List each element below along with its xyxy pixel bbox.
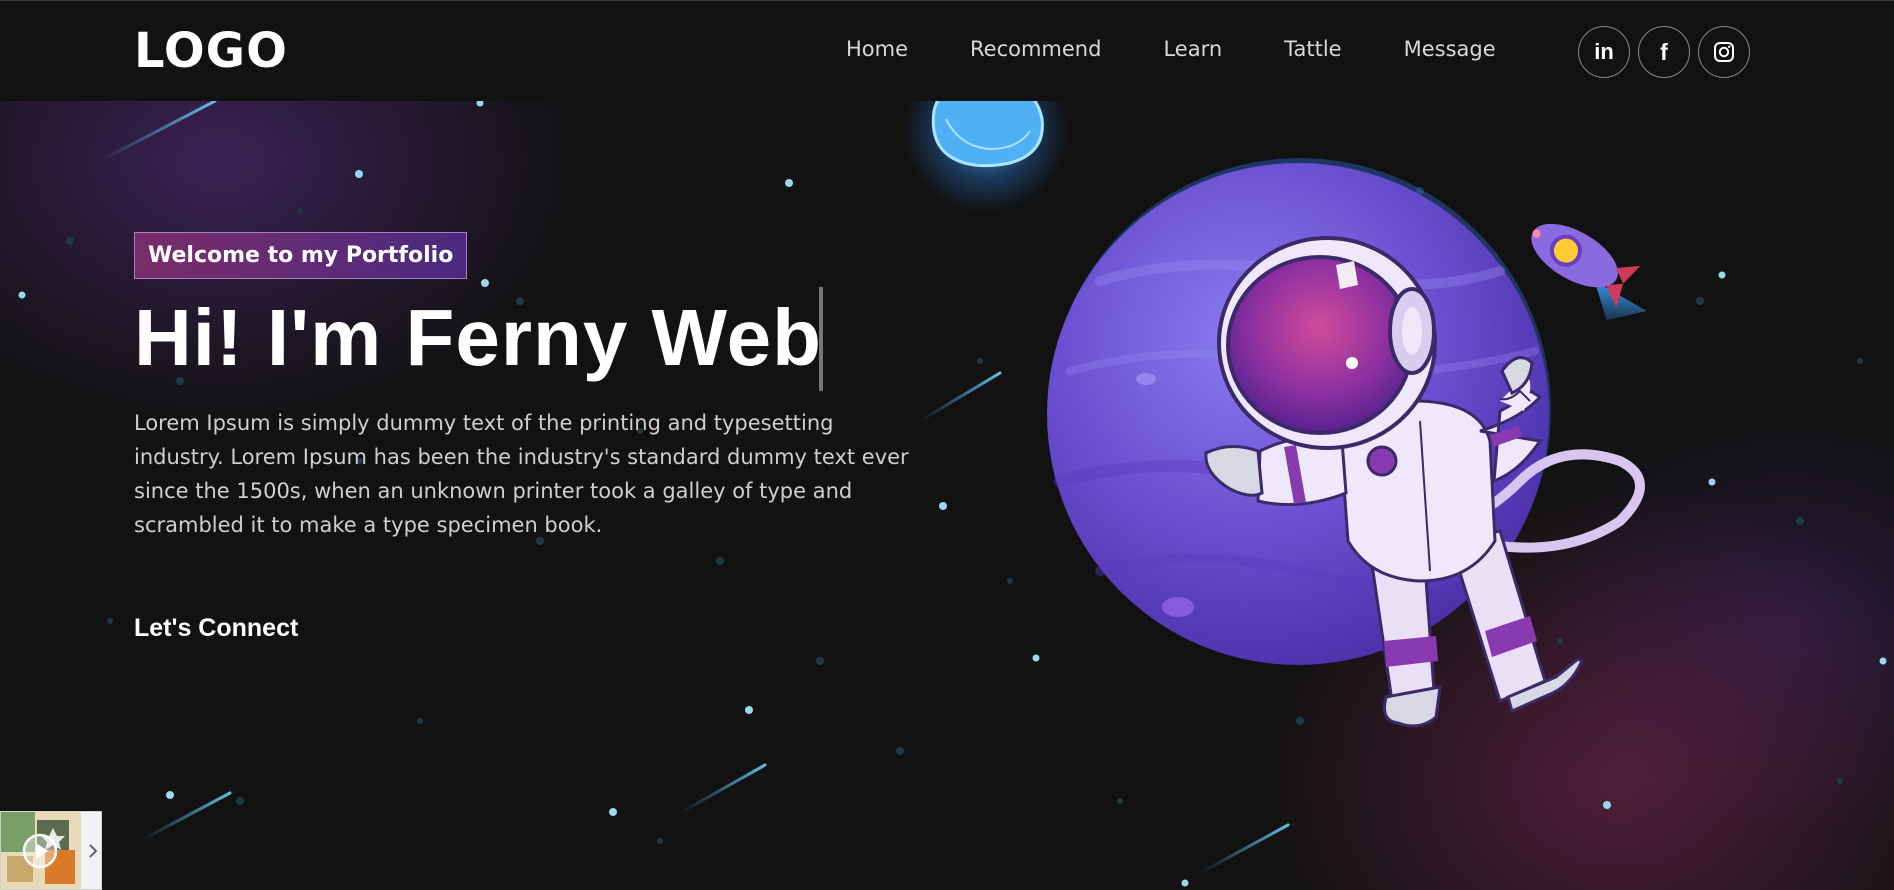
blue-moon [904, 101, 1068, 213]
instagram-icon [1714, 42, 1734, 62]
instagram-button[interactable] [1698, 26, 1750, 78]
hero-section: Welcome to my Portfolio Hi! I'm Ferny We… [0, 101, 1894, 890]
rocket [1531, 223, 1647, 321]
facebook-icon: f [1660, 38, 1668, 65]
play-icon[interactable] [21, 832, 59, 870]
facebook-button[interactable]: f [1638, 26, 1690, 78]
nav-link-home[interactable]: Home [846, 37, 908, 61]
social-links: in f [1578, 26, 1750, 78]
linkedin-icon: in [1594, 39, 1614, 64]
linkedin-button[interactable]: in [1578, 26, 1630, 78]
nav-link-message[interactable]: Message [1404, 37, 1496, 61]
chevron-right-icon [89, 844, 98, 858]
lets-connect-button[interactable]: Let's Connect [134, 614, 298, 643]
nav-link-learn[interactable]: Learn [1163, 37, 1222, 61]
welcome-badge: Welcome to my Portfolio [134, 232, 468, 279]
navbar: LOGO Home Recommend Learn Tattle Message… [0, 0, 1894, 101]
nav-link-tattle[interactable]: Tattle [1284, 37, 1341, 61]
main-nav: Home Recommend Learn Tattle Message [846, 37, 1496, 61]
logo[interactable]: LOGO [134, 23, 288, 79]
media-widget[interactable] [0, 811, 102, 890]
hero-description: Lorem Ipsum is simply dummy text of the … [134, 411, 909, 537]
nav-link-recommend[interactable]: Recommend [970, 37, 1101, 61]
typing-cursor [819, 287, 823, 391]
hero-headline: Hi! I'm Ferny Web [134, 293, 822, 382]
widget-expand-button[interactable] [85, 838, 101, 864]
